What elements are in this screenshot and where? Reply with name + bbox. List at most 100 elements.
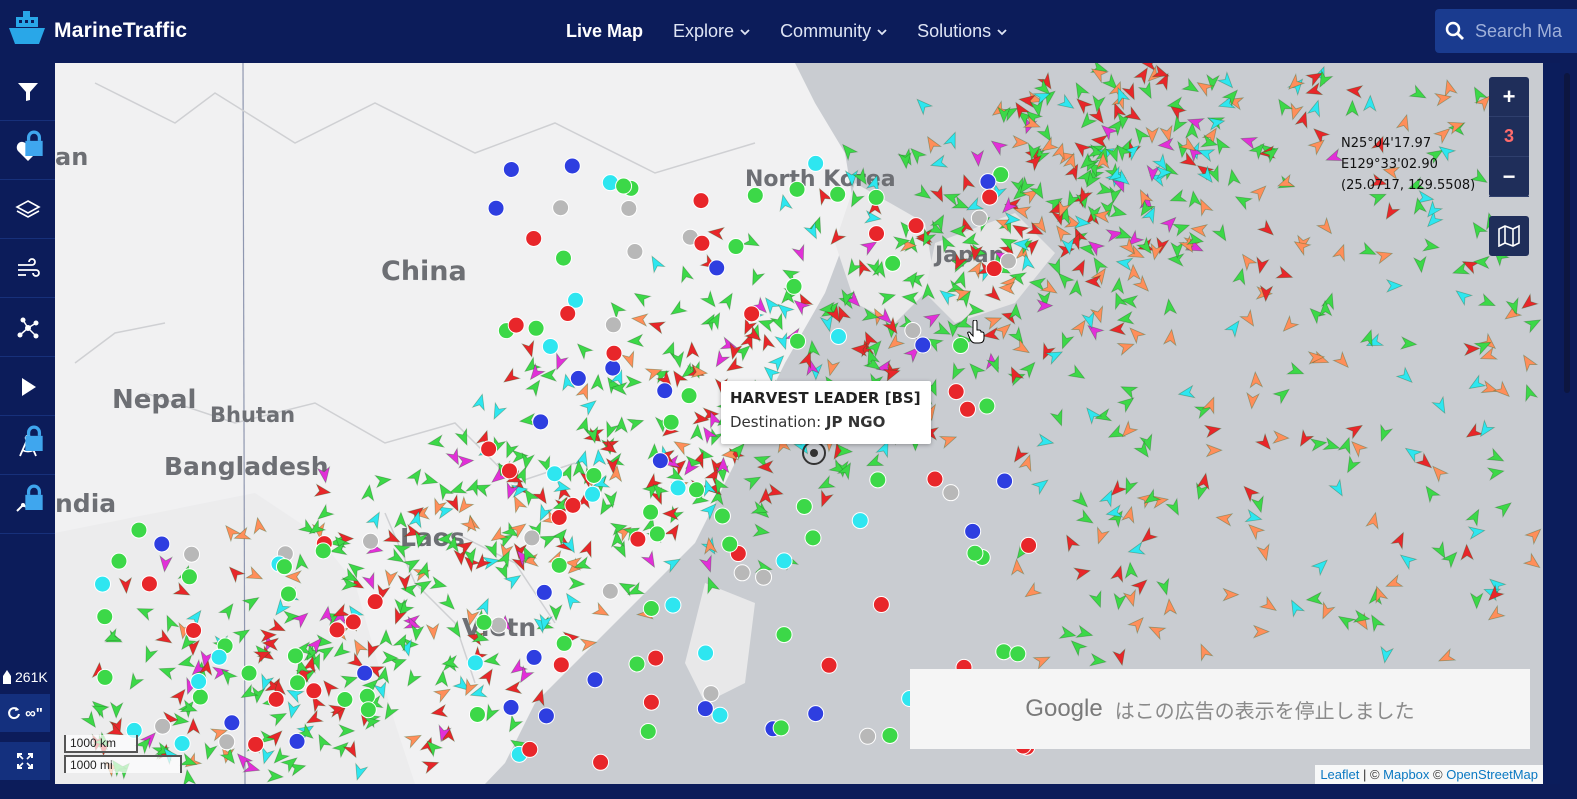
anchored-vessel-marker[interactable] — [788, 180, 806, 198]
vessel-marker[interactable] — [1163, 598, 1178, 616]
vessel-marker[interactable] — [232, 625, 252, 645]
vessel-marker[interactable] — [1521, 383, 1539, 403]
vessel-marker[interactable] — [118, 576, 133, 595]
vessel-marker[interactable] — [460, 514, 480, 535]
anchored-vessel-marker[interactable] — [532, 413, 550, 431]
vessel-marker[interactable] — [1399, 336, 1418, 350]
vessel-marker[interactable] — [1286, 598, 1306, 618]
anchored-vessel-marker[interactable] — [914, 336, 932, 354]
anchored-vessel-marker[interactable] — [615, 177, 633, 195]
vessel-marker[interactable] — [338, 723, 356, 738]
anchored-vessel-marker[interactable] — [995, 643, 1013, 661]
anchored-vessel-marker[interactable] — [535, 583, 553, 601]
anchored-vessel-marker[interactable] — [656, 382, 674, 400]
vessel-marker[interactable] — [1011, 134, 1030, 149]
vessel-marker[interactable] — [434, 669, 450, 688]
anchored-vessel-marker[interactable] — [964, 522, 982, 540]
selected-vessel-marker[interactable] — [802, 441, 826, 465]
anchored-vessel-marker[interactable] — [628, 655, 646, 673]
anchored-vessel-marker[interactable] — [985, 260, 1003, 278]
vessel-marker[interactable] — [1123, 105, 1144, 125]
vessel-marker[interactable] — [1039, 278, 1060, 298]
anchored-vessel-marker[interactable] — [546, 465, 564, 483]
anchored-vessel-marker[interactable] — [662, 413, 680, 431]
vessel-marker[interactable] — [703, 575, 721, 595]
vessel-marker[interactable] — [1485, 584, 1505, 604]
vessel-marker[interactable] — [1120, 476, 1139, 496]
vessel-marker[interactable] — [1324, 148, 1344, 165]
vessel-marker[interactable] — [1408, 84, 1429, 103]
vessel-marker[interactable] — [1108, 321, 1127, 337]
anchored-vessel-marker[interactable] — [344, 613, 362, 631]
anchored-vessel-marker[interactable] — [688, 481, 706, 499]
nav-live-map[interactable]: Live Map — [566, 21, 643, 42]
anchored-vessel-marker[interactable] — [789, 332, 807, 350]
anchored-vessel-marker[interactable] — [500, 462, 518, 480]
vessel-marker[interactable] — [626, 415, 645, 432]
vessel-marker[interactable] — [1345, 99, 1359, 117]
vessel-marker[interactable] — [360, 483, 376, 502]
vessel-marker[interactable] — [524, 377, 544, 398]
anchored-vessel-marker[interactable] — [288, 732, 306, 750]
anchored-vessel-marker[interactable] — [487, 199, 505, 217]
vessel-marker[interactable] — [947, 361, 966, 382]
vessel-marker[interactable] — [827, 227, 847, 248]
anchored-vessel-marker[interactable] — [210, 648, 228, 666]
anchored-vessel-marker[interactable] — [140, 575, 158, 593]
weather-button[interactable] — [0, 240, 55, 298]
vessel-marker[interactable] — [938, 431, 958, 449]
favorites-button[interactable] — [0, 122, 55, 180]
vessel-marker[interactable] — [562, 590, 582, 611]
vessel-marker[interactable] — [1522, 552, 1543, 573]
vessel-marker[interactable] — [1440, 548, 1461, 569]
vessel-marker[interactable] — [1030, 475, 1051, 496]
vessel-marker[interactable] — [140, 644, 159, 664]
vessel-marker[interactable] — [1088, 589, 1106, 609]
vessel-marker[interactable] — [538, 531, 559, 549]
vessel-marker[interactable] — [1285, 73, 1306, 93]
vessel-marker[interactable] — [1089, 652, 1107, 668]
vessel-marker[interactable] — [1492, 380, 1513, 401]
vessel-marker[interactable] — [1453, 286, 1474, 307]
vessel-marker[interactable] — [456, 454, 475, 469]
vessel-marker[interactable] — [1331, 243, 1349, 263]
vessel-marker[interactable] — [1429, 462, 1449, 483]
vessel-marker[interactable] — [647, 318, 667, 335]
vessel-marker[interactable] — [988, 136, 1009, 157]
refresh-rate-button[interactable]: ∞" — [0, 694, 50, 732]
anchored-vessel-marker[interactable] — [692, 192, 710, 210]
anchored-vessel-marker[interactable] — [999, 252, 1017, 270]
vessel-marker[interactable] — [1480, 379, 1500, 397]
vessel-marker[interactable] — [1249, 182, 1270, 203]
vessel-marker[interactable] — [420, 471, 440, 489]
anchored-vessel-marker[interactable] — [153, 535, 171, 553]
anchored-vessel-marker[interactable] — [191, 688, 209, 706]
measure-button[interactable] — [0, 417, 55, 475]
vessel-marker[interactable] — [445, 619, 465, 640]
vessel-marker[interactable] — [1523, 315, 1543, 334]
vessel-marker[interactable] — [331, 641, 352, 662]
vessel-marker[interactable] — [685, 341, 700, 359]
vessel-marker[interactable] — [406, 466, 425, 487]
vessel-marker[interactable] — [901, 291, 919, 306]
anchored-vessel-marker[interactable] — [564, 496, 582, 514]
page-scrollbar[interactable] — [1560, 63, 1577, 799]
vessel-marker[interactable] — [454, 427, 473, 447]
vessel-marker[interactable] — [1203, 423, 1222, 439]
vessel-marker[interactable] — [1395, 366, 1416, 387]
vessel-marker[interactable] — [383, 568, 399, 587]
vessel-marker[interactable] — [1127, 614, 1147, 635]
vessel-marker[interactable] — [824, 358, 841, 377]
anchored-vessel-marker[interactable] — [872, 596, 890, 614]
vessel-marker[interactable] — [791, 296, 812, 316]
vessel-marker[interactable] — [1433, 91, 1453, 107]
vessel-marker[interactable] — [217, 600, 238, 621]
filter-button[interactable] — [0, 63, 55, 121]
vessel-marker[interactable] — [614, 416, 629, 434]
vessel-marker[interactable] — [1258, 595, 1279, 615]
vessel-marker[interactable] — [1467, 525, 1486, 540]
vessel-marker[interactable] — [662, 554, 683, 574]
vessel-marker[interactable] — [1519, 352, 1539, 373]
vessel-marker[interactable] — [591, 601, 612, 621]
vessel-marker[interactable] — [929, 154, 949, 172]
